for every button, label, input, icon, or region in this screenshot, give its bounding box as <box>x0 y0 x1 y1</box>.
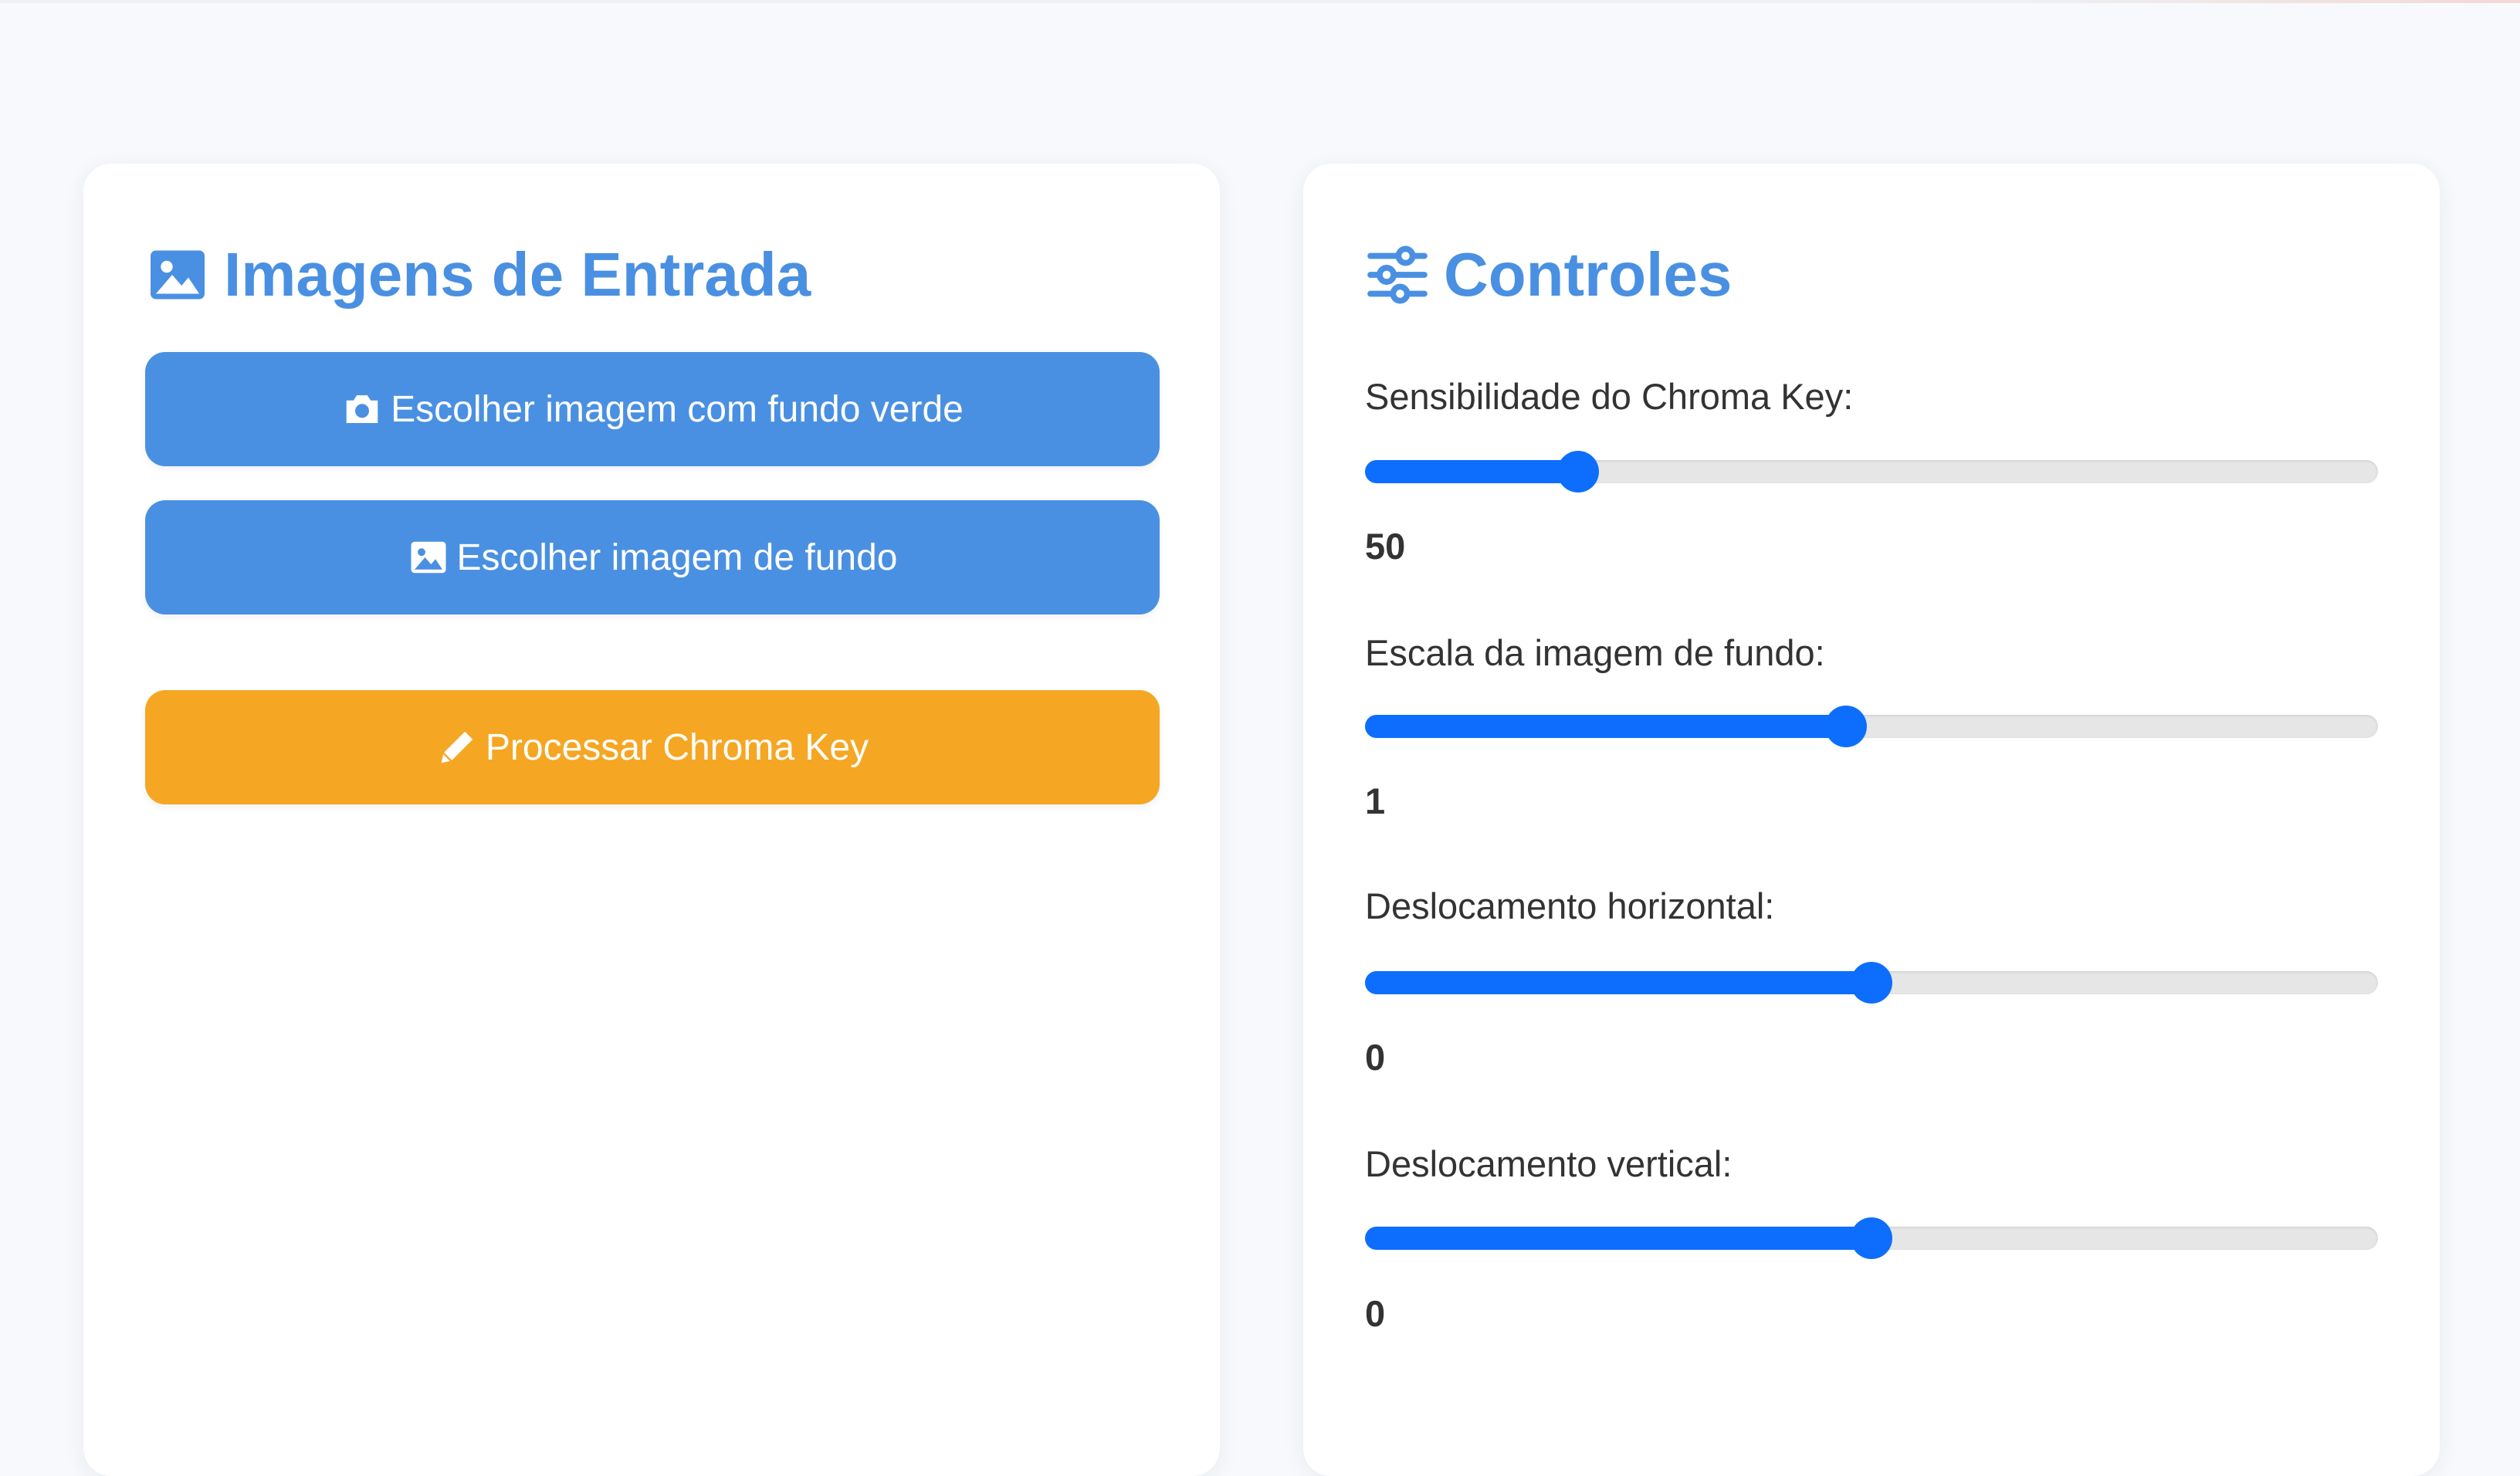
controls-title-text: Controles <box>1444 240 1732 309</box>
horizontal-offset-slider[interactable] <box>1365 962 2378 1004</box>
chroma-sensitivity-label: Sensibilidade do Chroma Key: <box>1365 376 1854 417</box>
sliders-icon <box>1365 242 1430 307</box>
background-scale-slider[interactable] <box>1365 706 2378 747</box>
vertical-offset-label: Deslocamento vertical: <box>1365 1143 1732 1184</box>
controls-panel: Controles Sensibilidade do Chroma Key: 5… <box>1303 164 2440 1476</box>
choose-green-screen-image-label: Escolher imagem com fundo verde <box>391 388 964 430</box>
top-border <box>0 0 2520 3</box>
vertical-offset-slider-fill <box>1365 1227 1871 1250</box>
chroma-sensitivity-slider[interactable] <box>1365 451 2378 493</box>
controls-title: Controles <box>1365 236 1732 313</box>
camera-icon <box>341 388 383 430</box>
choose-green-screen-image-button[interactable]: Escolher imagem com fundo verde <box>145 352 1160 466</box>
input-images-title-text: Imagens de Entrada <box>224 240 811 309</box>
horizontal-offset-value: 0 <box>1365 1037 1386 1078</box>
input-images-panel: Imagens de Entrada Escolher imagem com f… <box>83 164 1220 1476</box>
image-icon <box>408 537 449 578</box>
input-images-title: Imagens de Entrada <box>145 236 811 313</box>
chroma-sensitivity-value: 50 <box>1365 526 1406 567</box>
vertical-offset-value: 0 <box>1365 1293 1386 1334</box>
image-icon <box>145 242 210 307</box>
process-chroma-key-label: Processar Chroma Key <box>485 726 869 768</box>
chroma-sensitivity-slider-thumb[interactable] <box>1556 451 1599 493</box>
chroma-sensitivity-slider-fill <box>1365 460 1578 483</box>
horizontal-offset-slider-fill <box>1365 971 1871 994</box>
vertical-offset-slider[interactable] <box>1365 1217 2378 1259</box>
vertical-offset-slider-thumb[interactable] <box>1851 1217 1892 1259</box>
background-scale-value: 1 <box>1365 780 1386 821</box>
background-scale-slider-fill <box>1365 715 1847 738</box>
pencil-icon <box>436 726 478 768</box>
process-chroma-key-button[interactable]: Processar Chroma Key <box>145 690 1160 804</box>
background-scale-slider-thumb[interactable] <box>1825 706 1868 747</box>
horizontal-offset-slider-thumb[interactable] <box>1851 962 1892 1004</box>
horizontal-offset-label: Deslocamento horizontal: <box>1365 885 1775 926</box>
background-scale-label: Escala da imagem de fundo: <box>1365 632 1825 673</box>
choose-background-image-button[interactable]: Escolher imagem de fundo <box>145 500 1160 614</box>
choose-background-image-label: Escolher imagem de fundo <box>456 537 898 578</box>
